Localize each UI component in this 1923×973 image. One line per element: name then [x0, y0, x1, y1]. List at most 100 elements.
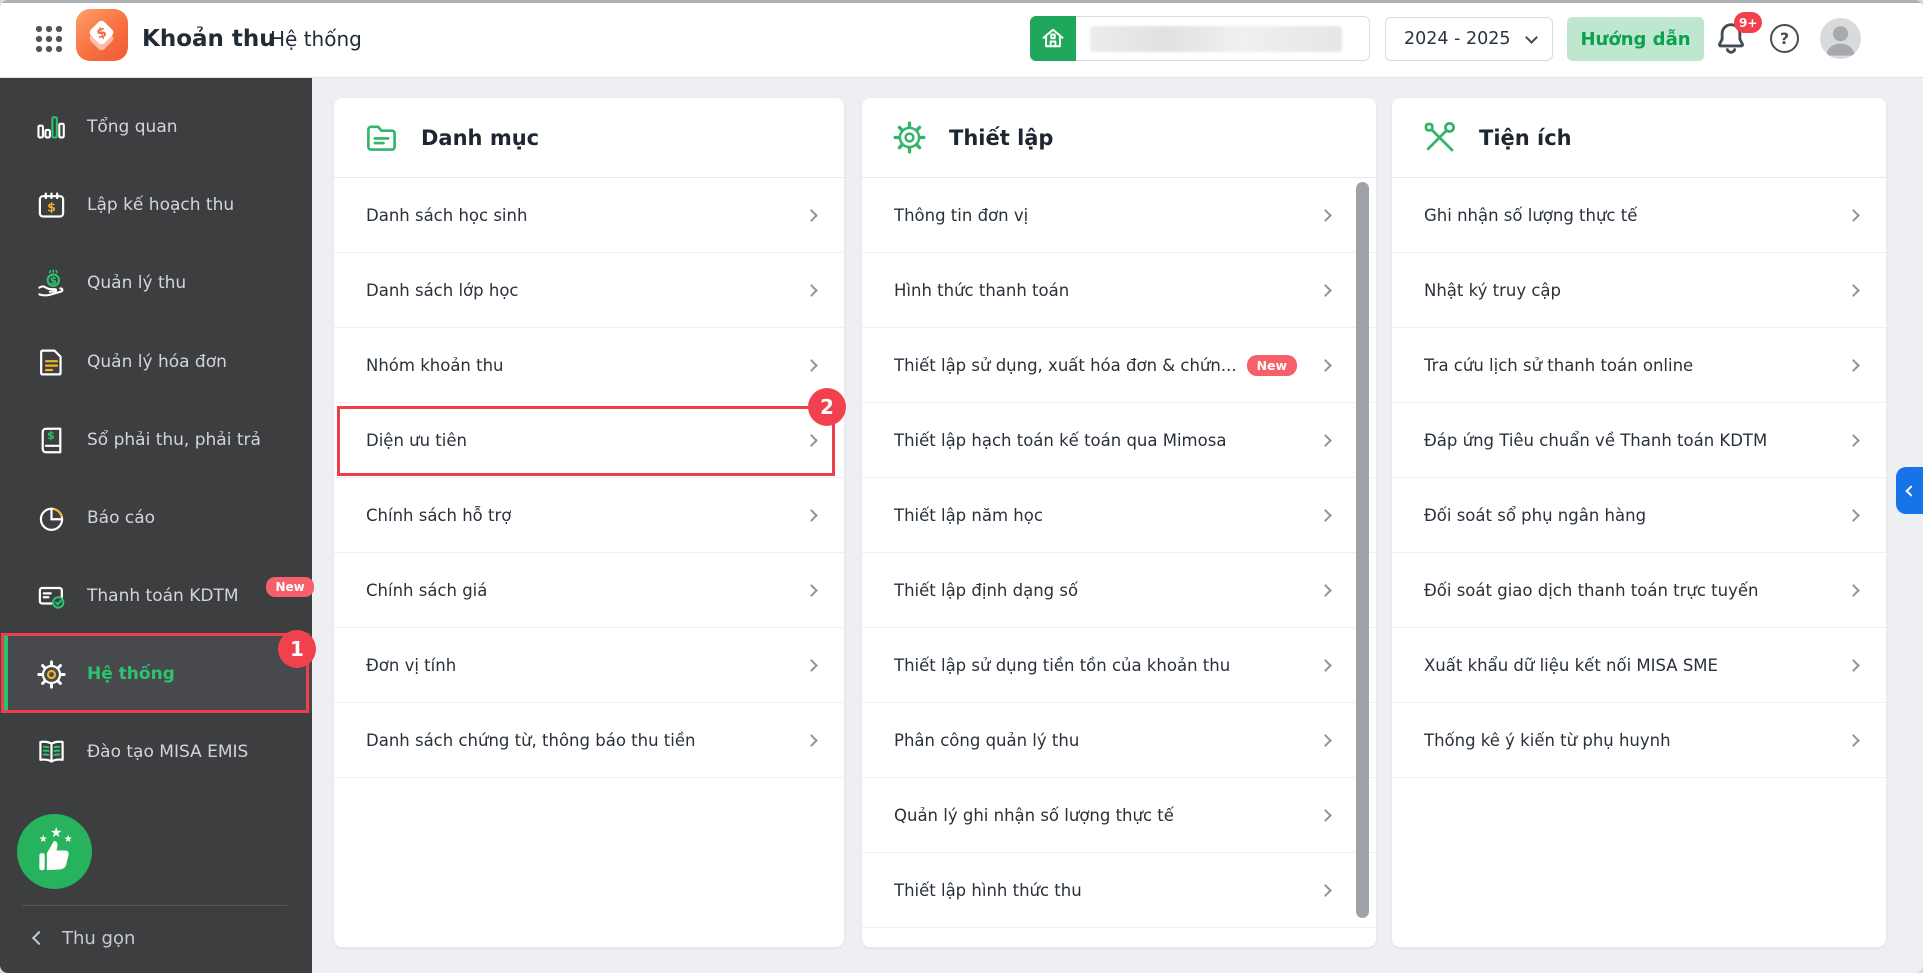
list-item-label: Phân công quản lý thu: [894, 730, 1080, 750]
list-item[interactable]: Thông tin đơn vị: [862, 178, 1376, 253]
list-item[interactable]: Thiết lập định dạng số: [862, 553, 1376, 628]
invoice-icon: [36, 347, 67, 378]
sidebar-item-label: Quản lý thu: [87, 273, 187, 293]
sidebar-item-so-phai-thu-phai-tra[interactable]: $ Sổ phải thu, phải trả: [0, 401, 312, 479]
chevron-right-icon: [805, 433, 818, 447]
home-icon[interactable]: [1030, 15, 1076, 61]
list-item-label: Chính sách hỗ trợ: [366, 505, 512, 525]
list-item[interactable]: Đơn vị tính: [334, 628, 844, 703]
chevron-right-icon: [805, 658, 818, 672]
feedback-thumbs-up-button[interactable]: ★ ★ ★: [17, 814, 92, 889]
hand-coin-icon: $: [36, 268, 67, 299]
sidebar-item-lap-ke-hoach-thu[interactable]: $ Lập kế hoạch thu: [0, 166, 312, 244]
svg-text:$: $: [47, 429, 55, 442]
chevron-right-icon: [1319, 283, 1332, 297]
sidebar-item-label: Tổng quan: [87, 117, 178, 137]
chevron-down-icon: [1525, 30, 1538, 44]
list-item[interactable]: Thiết lập sử dụng, xuất hóa đơn & chứn..…: [862, 328, 1376, 403]
list-item-label: Đối soát giao dịch thanh toán trực tuyến: [1424, 580, 1759, 600]
app-logo-icon[interactable]: $: [76, 9, 128, 61]
chevron-right-icon: [1847, 433, 1860, 447]
list-item[interactable]: Đáp ứng Tiêu chuẩn về Thanh toán KDTM: [1392, 403, 1886, 478]
list-item-label: Thiết lập sử dụng, xuất hóa đơn & chứn..…: [894, 355, 1237, 375]
chevron-right-icon: [1319, 433, 1332, 447]
sidebar-item-dao-tao-misa-emis[interactable]: Đào tạo MISA EMIS: [0, 713, 312, 791]
list-item[interactable]: Nhật ký truy cập: [1392, 253, 1886, 328]
collapse-label: Thu gọn: [62, 927, 136, 949]
list-item-label: Danh sách lớp học: [366, 280, 519, 300]
bar-chart-icon: [36, 112, 67, 143]
sidebar-item-bao-cao[interactable]: Báo cáo: [0, 479, 312, 557]
ledger-book-icon: $: [36, 425, 67, 456]
expand-panel-handle[interactable]: [1896, 467, 1923, 514]
list-item[interactable]: Thống kê ý kiến từ phụ huynh: [1392, 703, 1886, 778]
list-item[interactable]: Hình thức thanh toán: [862, 253, 1376, 328]
chevron-right-icon: [1319, 208, 1332, 222]
list-item-label: Hình thức thanh toán: [894, 280, 1070, 300]
page-title: Khoản thu: [142, 26, 276, 52]
list-item[interactable]: Phân công quản lý thu: [862, 703, 1376, 778]
sidebar-item-quan-ly-hoa-don[interactable]: Quản lý hóa đơn: [0, 323, 312, 401]
list-item[interactable]: Ghi nhận số lượng thực tế: [1392, 178, 1886, 253]
help-icon[interactable]: ?: [1770, 24, 1799, 53]
list-item[interactable]: Thiết lập năm học: [862, 478, 1376, 553]
chevron-right-icon: [805, 583, 818, 597]
school-year-dropdown[interactable]: 2024 - 2025: [1385, 17, 1553, 61]
gear-icon: [36, 659, 67, 690]
list-item-dien-uu-tien[interactable]: Diện ưu tiên: [334, 403, 844, 478]
sidebar-item-label: Đào tạo MISA EMIS: [87, 742, 249, 762]
guide-button[interactable]: Hướng dẫn: [1567, 17, 1704, 61]
chevron-right-icon: [1319, 658, 1332, 672]
thumbs-up-stars-icon: ★ ★ ★: [38, 825, 72, 870]
list-item[interactable]: Thiết lập hình thức thu: [862, 853, 1376, 928]
list-item-label: Diện ưu tiên: [366, 430, 467, 450]
chevron-right-icon: [805, 358, 818, 372]
list-item-label: Thiết lập năm học: [894, 505, 1043, 525]
svg-text:$: $: [50, 274, 57, 286]
sidebar-item-label: Thanh toán KDTM: [87, 586, 239, 606]
list-item[interactable]: Danh sách học sinh: [334, 178, 844, 253]
list-item[interactable]: Chính sách giá: [334, 553, 844, 628]
sidebar-item-quan-ly-thu[interactable]: $ Quản lý thu: [0, 244, 312, 322]
list-item[interactable]: Thiết lập hạch toán kế toán qua Mimosa: [862, 403, 1376, 478]
list-item[interactable]: Danh sách lớp học: [334, 253, 844, 328]
sidebar-item-thanh-toan-kdtm[interactable]: Thanh toán KDTM New: [0, 557, 314, 635]
list-item[interactable]: Thiết lập sử dụng tiền tồn của khoản thu: [862, 628, 1376, 703]
window-edge: [0, 0, 1923, 3]
list-item[interactable]: Xuất khẩu dữ liệu kết nối MISA SME: [1392, 628, 1886, 703]
gear-icon: [892, 120, 927, 155]
card-header: Thiết lập: [862, 98, 1376, 178]
user-avatar[interactable]: [1820, 18, 1861, 59]
list-item-label: Thiết lập hạch toán kế toán qua Mimosa: [894, 430, 1227, 450]
list-item-label: Danh sách chứng từ, thông báo thu tiền: [366, 730, 696, 750]
sidebar: Tổng quan $ Lập kế hoạch thu $ Quản lý t…: [0, 78, 314, 973]
sidebar-divider: [22, 905, 287, 906]
chevron-left-icon: [1905, 484, 1917, 497]
collapse-sidebar-button[interactable]: Thu gọn: [0, 918, 312, 958]
chevron-right-icon: [1847, 208, 1860, 222]
svg-text:★: ★: [63, 834, 72, 845]
list-item-label: Thiết lập hình thức thu: [894, 880, 1082, 900]
list-item-label: Xuất khẩu dữ liệu kết nối MISA SME: [1424, 655, 1718, 675]
list-item[interactable]: Nhóm khoản thu: [334, 328, 844, 403]
list-item[interactable]: Chính sách hỗ trợ: [334, 478, 844, 553]
chevron-right-icon: [805, 208, 818, 222]
app-launcher-grid-icon[interactable]: [34, 24, 64, 54]
list-item[interactable]: Quản lý ghi nhận số lượng thực tế: [862, 778, 1376, 853]
chevron-right-icon: [1319, 358, 1332, 372]
school-search-box[interactable]: [1030, 15, 1370, 61]
sidebar-item-label: Quản lý hóa đơn: [87, 352, 227, 372]
chevron-right-icon: [1847, 733, 1860, 747]
list-item-label: Thông tin đơn vị: [894, 205, 1029, 225]
new-badge: New: [266, 577, 314, 597]
sidebar-item-he-thong[interactable]: Hệ thống: [0, 635, 312, 713]
list-item[interactable]: Danh sách chứng từ, thông báo thu tiền: [334, 703, 844, 778]
chevron-right-icon: [805, 733, 818, 747]
payment-card-check-icon: [36, 581, 67, 612]
scrollbar-thumb[interactable]: [1356, 182, 1369, 918]
list-item[interactable]: Đối soát giao dịch thanh toán trực tuyến: [1392, 553, 1886, 628]
list-item[interactable]: Tra cứu lịch sử thanh toán online: [1392, 328, 1886, 403]
list-item-label: Danh sách học sinh: [366, 205, 528, 225]
list-item[interactable]: Đối soát sổ phụ ngân hàng: [1392, 478, 1886, 553]
sidebar-item-tong-quan[interactable]: Tổng quan: [0, 88, 312, 166]
